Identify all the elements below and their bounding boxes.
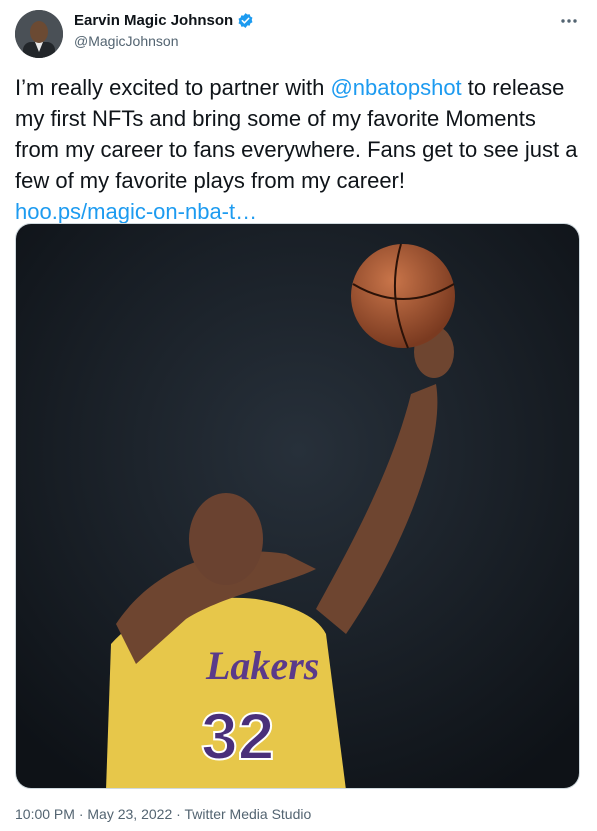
tweet-time[interactable]: 10:00 PM [15,806,75,822]
author-display-name[interactable]: Earvin Magic Johnson [74,12,233,29]
tweet-date[interactable]: May 23, 2022 [87,806,172,822]
tweet-text: I’m really excited to partner with @nbat… [15,72,583,227]
verified-badge-icon [238,13,253,28]
tweet-meta: 10:00 PM · May 23, 2022 · Twitter Media … [15,806,311,822]
jersey-number-text: 32 [201,699,274,773]
meta-separator-1: · [74,806,88,822]
basketball-photo: Lakers 32 [16,224,579,788]
more-options-icon[interactable] [559,12,579,30]
tweet-source: Twitter Media Studio [184,806,312,822]
mention-link[interactable]: @nbatopshot [330,75,461,100]
external-link[interactable]: hoo.ps/magic-on-nba-t… [15,199,257,224]
avatar[interactable] [15,10,63,58]
author-handle[interactable]: @MagicJohnson [74,33,179,49]
meta-separator-2: · [172,806,185,822]
jersey-team-text: Lakers [205,643,319,688]
tweet-text-start: I’m really excited to partner with [15,75,331,100]
tweet-media-image[interactable]: Lakers 32 [15,223,580,789]
author-name-row[interactable]: Earvin Magic Johnson [74,12,254,29]
avatar-image [15,10,63,58]
